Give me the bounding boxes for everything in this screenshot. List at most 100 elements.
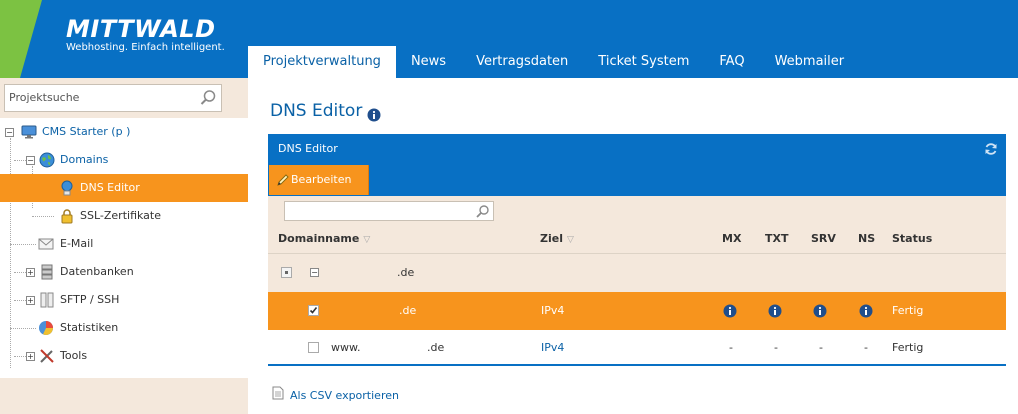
row-status: Fertig — [892, 304, 924, 317]
edit-button-label: Bearbeiten — [291, 173, 352, 186]
collapse-toggle[interactable]: − — [5, 128, 14, 137]
tree-item-tools[interactable]: + Tools — [0, 342, 248, 370]
search-icon[interactable] — [199, 89, 217, 107]
tree-item-label: DNS Editor — [80, 181, 140, 194]
envelope-icon — [38, 238, 54, 250]
tree-item-label: Statistiken — [60, 321, 119, 334]
table-header: Domainname ▽ Ziel ▽ MX TXT SRV NS Status — [268, 226, 1006, 254]
info-icon[interactable] — [367, 108, 381, 122]
row-mx: - — [729, 341, 733, 354]
group-domain: .de — [397, 266, 415, 279]
toolbar: Bearbeiten — [268, 164, 1006, 196]
row-checkbox[interactable] — [308, 342, 319, 353]
txt-info-icon[interactable] — [768, 304, 782, 318]
row-checkbox[interactable] — [308, 305, 319, 316]
tree-item-domains[interactable]: − Domains — [0, 146, 248, 174]
tree-item-ssl-zertifikate[interactable]: SSL-Zertifikate — [0, 202, 248, 230]
row-txt: - — [774, 341, 778, 354]
sort-icon[interactable]: ▽ — [567, 235, 574, 245]
row-domain-prefix: www. — [331, 341, 361, 354]
pencil-icon — [277, 174, 289, 186]
filter-bar — [268, 196, 1006, 226]
tree-item-datenbanken[interactable]: + Datenbanken — [0, 258, 248, 286]
project-search-input[interactable] — [9, 85, 189, 111]
lock-icon — [61, 209, 73, 224]
srv-info-icon[interactable] — [813, 304, 827, 318]
row-domain: .de — [427, 341, 445, 354]
tools-icon — [40, 349, 54, 363]
collapse-toggle[interactable]: − — [310, 268, 319, 277]
tab-projektverwaltung[interactable]: Projektverwaltung — [248, 46, 396, 78]
row-ns: - — [864, 341, 868, 354]
logo[interactable]: MITTWALD Webhosting. Einfach intelligent… — [66, 16, 225, 54]
tree-item-label: SFTP / SSH — [60, 293, 120, 306]
globe-icon — [39, 152, 55, 168]
column-ziel[interactable]: Ziel ▽ — [540, 226, 574, 253]
expand-toggle[interactable]: + — [26, 268, 35, 277]
expand-toggle[interactable]: + — [26, 296, 35, 305]
project-tree: − CMS Starter (p ) − Domains DNS Editor … — [0, 118, 248, 378]
tab-ticket-system[interactable]: Ticket System — [583, 46, 704, 78]
column-txt: TXT — [765, 232, 789, 245]
project-search — [4, 84, 222, 112]
tree-item-dns-editor[interactable]: DNS Editor — [0, 174, 248, 202]
row-ziel[interactable]: IPv4 — [541, 292, 564, 330]
table-row[interactable]: www. .de IPv4 - - - - Fertig — [268, 329, 1006, 367]
sidebar: − CMS Starter (p ) − Domains — [0, 78, 248, 414]
export-csv-label: Als CSV exportieren — [290, 389, 399, 402]
database-icon — [41, 264, 53, 280]
tree-item-statistiken[interactable]: Statistiken — [0, 314, 248, 342]
logo-tagline: Webhosting. Einfach intelligent. — [66, 42, 225, 53]
row-status: Fertig — [892, 341, 924, 354]
column-mx: MX — [722, 232, 742, 245]
tab-news[interactable]: News — [396, 46, 461, 78]
row-srv: - — [819, 341, 823, 354]
server-icon — [40, 292, 54, 308]
ns-info-icon[interactable] — [859, 304, 873, 318]
sort-icon[interactable]: ▽ — [363, 235, 370, 245]
expand-toggle[interactable]: + — [26, 352, 35, 361]
page-title: DNS Editor — [270, 101, 363, 121]
monitor-icon — [21, 125, 37, 139]
tree-item-label: Domains — [60, 153, 109, 166]
tab-faq[interactable]: FAQ — [704, 46, 759, 78]
filter-input[interactable] — [284, 201, 494, 221]
header: MITTWALD Webhosting. Einfach intelligent… — [0, 0, 1018, 78]
table-row[interactable]: .de IPv4 Fertig — [268, 292, 1006, 330]
tree-item-sftp-ssh[interactable]: + SFTP / SSH — [0, 286, 248, 314]
column-label: Domainname — [278, 232, 360, 245]
column-domainname[interactable]: Domainname ▽ — [278, 226, 370, 253]
dns-icon — [61, 180, 73, 196]
tab-webmailer[interactable]: Webmailer — [760, 46, 860, 78]
column-label: Ziel — [540, 232, 563, 245]
pie-chart-icon — [39, 321, 53, 335]
header-slant — [20, 0, 60, 78]
main-nav: Projektverwaltung News Vertragsdaten Tic… — [248, 46, 859, 78]
group-checkbox[interactable] — [281, 267, 292, 278]
panel-header: DNS Editor — [268, 134, 1006, 164]
logo-name: MITTWALD — [66, 15, 216, 43]
search-icon[interactable] — [475, 204, 490, 219]
tree-item-label: SSL-Zertifikate — [80, 209, 161, 222]
tree-item-email[interactable]: E-Mail — [0, 230, 248, 258]
checkmark-icon — [309, 307, 318, 314]
edit-button[interactable]: Bearbeiten — [269, 165, 369, 195]
tree-item-label: CMS Starter (p ) — [42, 125, 131, 138]
panel-title: DNS Editor — [278, 142, 338, 155]
document-icon — [272, 386, 284, 400]
column-ns: NS — [858, 232, 876, 245]
table-bottom-border — [268, 364, 1006, 366]
group-row: − .de — [268, 254, 1006, 292]
row-domain: .de — [399, 304, 417, 317]
row-ziel[interactable]: IPv4 — [541, 329, 564, 367]
tab-vertragsdaten[interactable]: Vertragsdaten — [461, 46, 583, 78]
column-status: Status — [892, 232, 933, 245]
mx-info-icon[interactable] — [723, 304, 737, 318]
tree-item-cms-starter[interactable]: − CMS Starter (p ) — [0, 118, 248, 146]
tree-item-label: Datenbanken — [60, 265, 134, 278]
tree-item-label: Tools — [60, 349, 88, 362]
column-srv: SRV — [811, 232, 836, 245]
refresh-icon[interactable] — [984, 142, 998, 156]
collapse-toggle[interactable]: − — [26, 156, 35, 165]
tree-item-label: E-Mail — [60, 237, 94, 250]
